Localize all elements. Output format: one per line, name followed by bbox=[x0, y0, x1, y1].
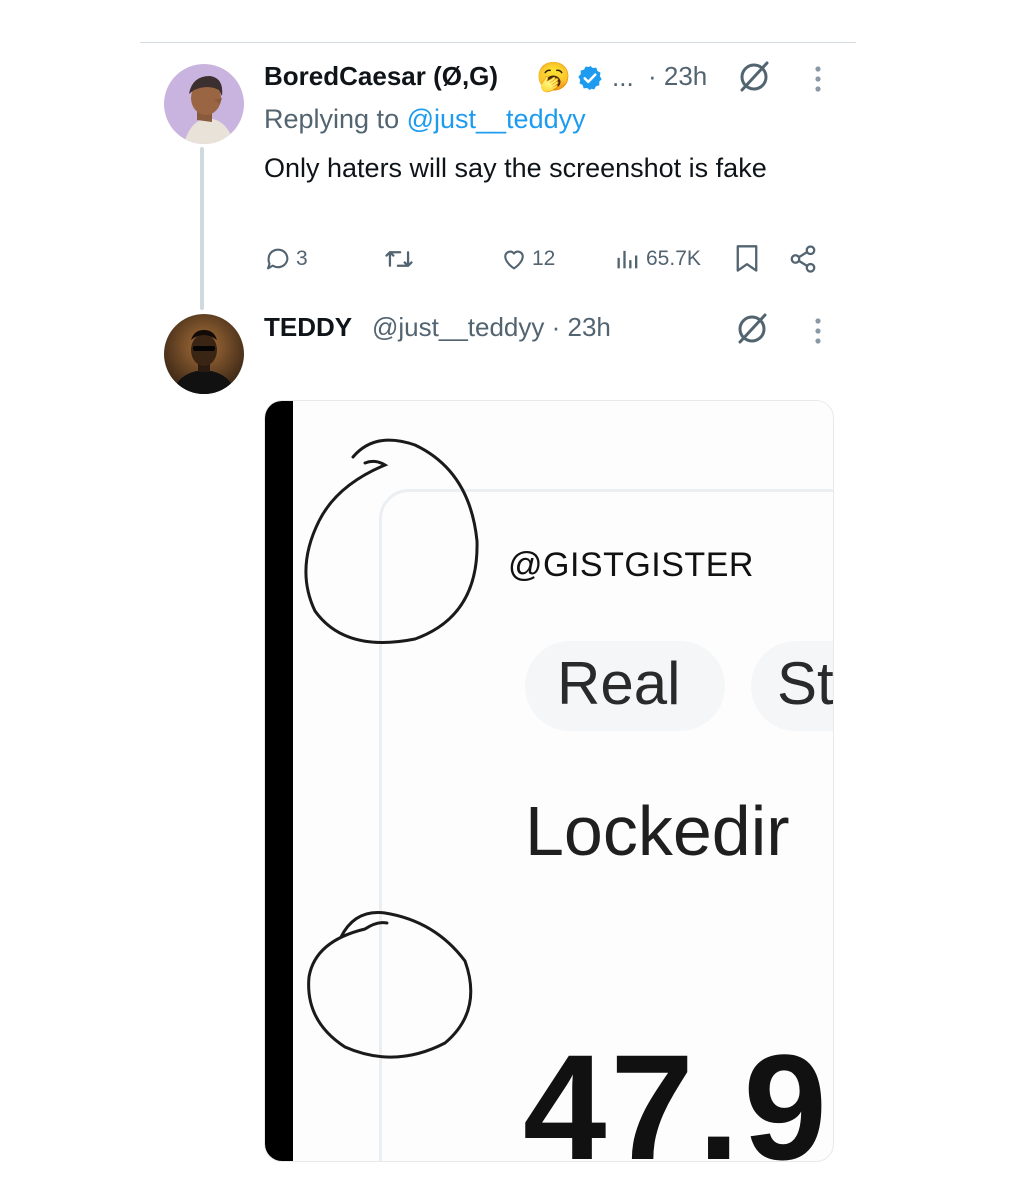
top-divider bbox=[140, 42, 856, 43]
watermark: @GISTGISTER bbox=[508, 546, 754, 584]
yawn-emoji: 🥱 bbox=[536, 61, 571, 92]
reply-bubble-icon bbox=[267, 248, 289, 270]
boredcaesar-avatar[interactable] bbox=[164, 64, 244, 144]
views-action-button[interactable]: 65.7K bbox=[614, 242, 701, 276]
replying-to-label: Replying to bbox=[264, 104, 407, 134]
verified-badge-icon bbox=[578, 65, 602, 91]
teddy-avatar[interactable] bbox=[164, 314, 244, 394]
media-content: Real St Lockedir 47.9 bbox=[265, 401, 833, 1161]
share-icon[interactable] bbox=[788, 244, 818, 274]
screenshot-black-edge bbox=[265, 401, 293, 1161]
reply-text: Only haters will say the screenshot is f… bbox=[264, 153, 767, 183]
reply-timestamp[interactable]: · 23h bbox=[648, 61, 707, 92]
hand-drawn-circles bbox=[304, 438, 479, 1059]
reply-author-name[interactable]: BoredCaesar (Ø,G) bbox=[264, 61, 498, 92]
main-handle-time[interactable]: @just__teddyy · 23h bbox=[372, 312, 611, 343]
replying-to-handle[interactable]: @just__teddyy bbox=[407, 104, 586, 134]
grok-icon[interactable] bbox=[736, 58, 772, 94]
thread-connector bbox=[200, 147, 204, 310]
more-options-icon[interactable] bbox=[812, 64, 824, 94]
replying-to-line: Replying to @just__teddyy bbox=[264, 104, 586, 135]
tweet-media-image[interactable]: Real St Lockedir 47.9 bbox=[264, 400, 834, 1162]
more-options-icon[interactable] bbox=[812, 316, 824, 346]
bookmark-icon[interactable] bbox=[734, 244, 760, 274]
main-author-name[interactable]: TEDDY bbox=[264, 312, 352, 343]
grok-icon[interactable] bbox=[734, 310, 770, 346]
reply-action-button[interactable]: 3 bbox=[264, 242, 308, 276]
reply-count: 3 bbox=[296, 247, 308, 270]
heart-icon bbox=[504, 250, 524, 270]
retweet-action-button[interactable] bbox=[382, 242, 416, 276]
name-truncation: ... bbox=[612, 62, 634, 92]
like-count: 12 bbox=[532, 247, 556, 270]
views-chart-icon bbox=[617, 250, 638, 269]
retweet-icon bbox=[385, 251, 413, 267]
views-count: 65.7K bbox=[646, 247, 701, 270]
like-action-button[interactable]: 12 bbox=[500, 242, 555, 276]
